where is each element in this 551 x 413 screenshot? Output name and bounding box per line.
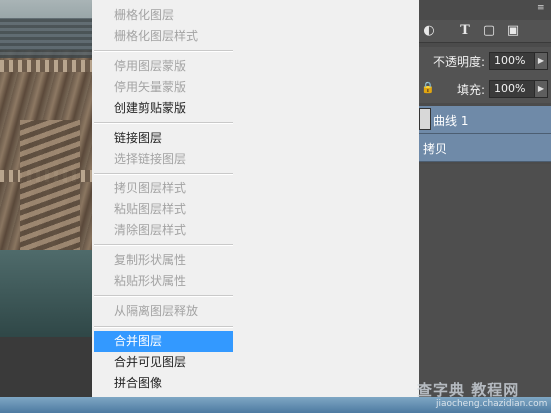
panel-menu-icon[interactable]: ≡ <box>537 3 549 13</box>
menu-separator <box>94 295 233 297</box>
menu-item-copy-layer-style[interactable]: 拷贝图层样式 <box>92 178 235 199</box>
menu-item-merge-visible[interactable]: 合并可见图层 <box>92 352 235 373</box>
opacity-input[interactable]: 100% <box>489 52 535 70</box>
menu-separator <box>94 173 233 175</box>
canvas-railing <box>0 60 92 72</box>
fill-label: 填充: <box>457 83 486 97</box>
smart-object-icon[interactable]: ▣ <box>505 23 521 39</box>
menu-item-paste-layer-style[interactable]: 粘贴图层样式 <box>92 199 235 220</box>
menu-separator <box>94 50 233 52</box>
watermark-logo: 查字典 教程网 <box>417 381 520 399</box>
layer-filter-toolbar: ◐ T ▢ ▣ ≡ <box>419 3 551 43</box>
menu-item-create-clipping-mask[interactable]: 创建剪贴蒙版 <box>92 98 235 119</box>
menu-separator <box>94 122 233 124</box>
shape-icon[interactable]: ▢ <box>481 23 497 39</box>
layer-row[interactable]: 拷贝 <box>419 134 551 162</box>
layer-name: 拷贝 <box>423 142 448 156</box>
menu-item-link-layers[interactable]: 链接图层 <box>92 128 235 149</box>
menu-item-disable-layer-mask[interactable]: 停用图层蒙版 <box>92 56 235 77</box>
menu-item-merge-layers[interactable]: 合并图层 <box>94 331 233 352</box>
menu-separator <box>94 326 233 328</box>
canvas-water <box>0 250 92 337</box>
menu-backdrop <box>235 0 419 397</box>
layers-panel: ◐ T ▢ ▣ ≡ 不透明度: 100% ▶ 🔒 填充: 100% ▶ 曲线 1… <box>419 0 551 397</box>
layer-row[interactable]: 曲线 1 <box>419 106 551 134</box>
menu-item-disable-vector-mask[interactable]: 停用矢量蒙版 <box>92 77 235 98</box>
circle-half-icon[interactable]: ◐ <box>421 23 437 39</box>
layers-list-empty-area <box>419 164 551 397</box>
menu-item-clear-layer-style[interactable]: 清除图层样式 <box>92 220 235 241</box>
watermark-url: jiaocheng.chazidian.com <box>436 399 548 409</box>
fill-dropdown-button[interactable]: ▶ <box>534 80 548 98</box>
canvas-stairs <box>20 120 80 270</box>
menu-item-select-linked-layers[interactable]: 选择链接图层 <box>92 149 235 170</box>
opacity-row: 不透明度: 100% ▶ <box>419 47 551 75</box>
text-icon[interactable]: T <box>457 23 473 39</box>
menu-item-flatten-image[interactable]: 拼合图像 <box>92 373 235 394</box>
opacity-dropdown-button[interactable]: ▶ <box>534 52 548 70</box>
layer-thumbnail <box>419 108 431 130</box>
fill-row: 🔒 填充: 100% ▶ <box>419 75 551 103</box>
menu-item-paste-shape-attributes[interactable]: 粘贴形状属性 <box>92 271 235 292</box>
opacity-label: 不透明度: <box>433 55 486 69</box>
layer-context-menu: 栅格化图层 栅格化图层样式 停用图层蒙版 停用矢量蒙版 创建剪贴蒙版 链接图层 … <box>92 0 236 397</box>
document-canvas[interactable] <box>0 0 92 337</box>
menu-item-rasterize-layer[interactable]: 栅格化图层 <box>92 5 235 26</box>
canvas-roof <box>0 18 92 58</box>
lock-icon[interactable]: 🔒 <box>421 81 435 94</box>
menu-item-release-from-isolation[interactable]: 从隔离图层释放 <box>92 301 235 322</box>
fill-input[interactable]: 100% <box>489 80 535 98</box>
layer-name: 曲线 1 <box>433 114 469 128</box>
menu-separator <box>94 244 233 246</box>
menu-item-copy-shape-attributes[interactable]: 复制形状属性 <box>92 250 235 271</box>
menu-item-rasterize-layer-style[interactable]: 栅格化图层样式 <box>92 26 235 47</box>
